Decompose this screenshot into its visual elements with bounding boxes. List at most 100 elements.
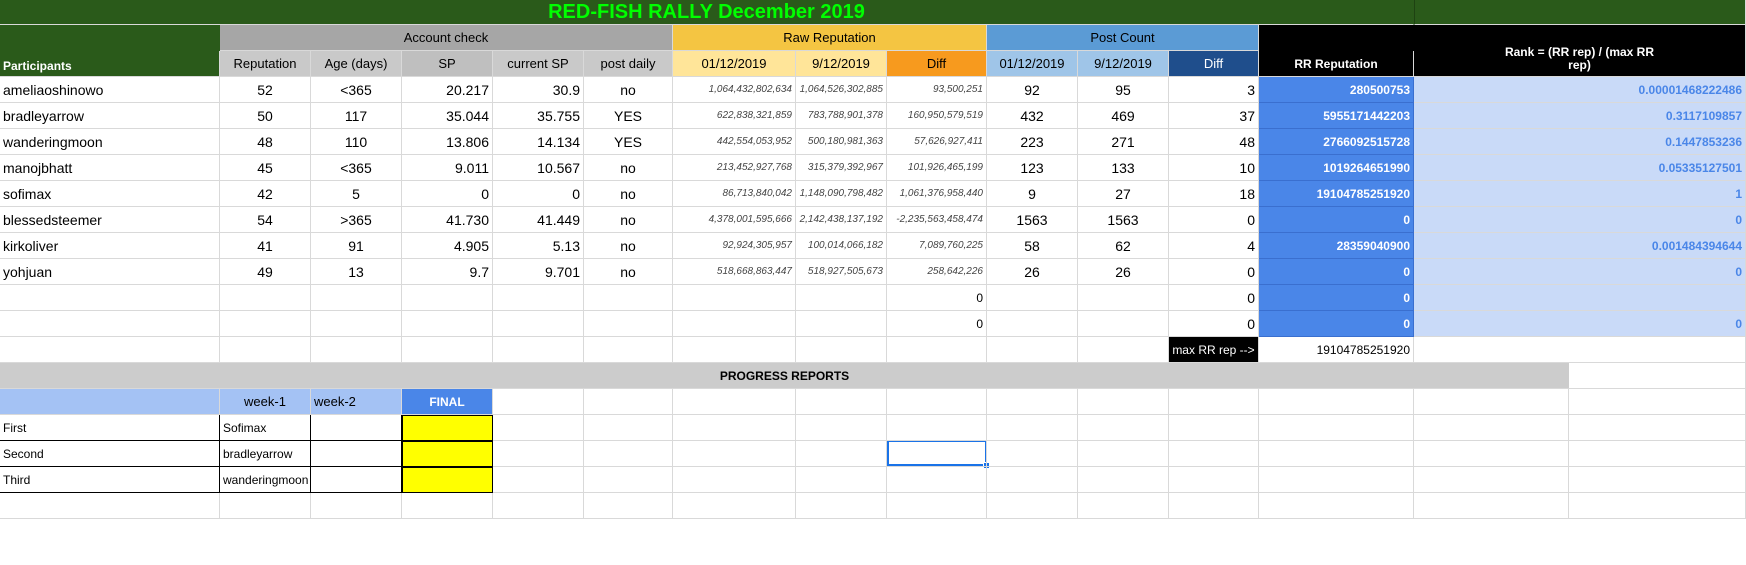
empty-cell[interactable]	[1259, 389, 1414, 415]
age-cell[interactable]	[311, 285, 402, 311]
post-count-date1-cell[interactable]: 223	[987, 129, 1078, 155]
raw-rep-date1-cell[interactable]	[673, 285, 796, 311]
empty-cell[interactable]	[311, 493, 402, 519]
empty-cell[interactable]	[887, 337, 987, 363]
post-count-date1-cell[interactable]: 58	[987, 233, 1078, 259]
current-sp-cell[interactable]	[493, 311, 584, 337]
sp-cell[interactable]: 0	[402, 181, 493, 207]
week2-cell[interactable]	[311, 415, 402, 441]
progress-rank-label[interactable]: Second	[0, 441, 220, 467]
post-count-date1-cell[interactable]: 92	[987, 77, 1078, 103]
empty-cell[interactable]	[0, 337, 220, 363]
raw-rep-date2-cell[interactable]: 100,014,066,182	[796, 233, 887, 259]
reputation-cell[interactable]: 49	[220, 259, 311, 285]
empty-cell[interactable]	[1259, 467, 1414, 493]
post-count-date2-cell[interactable]	[1078, 285, 1169, 311]
post-date2-header[interactable]: 9/12/2019	[1078, 51, 1169, 77]
rank-cell[interactable]	[1414, 285, 1746, 311]
post-daily-cell[interactable]	[584, 311, 673, 337]
age-cell[interactable]: >365	[311, 207, 402, 233]
progress-corner-cell[interactable]	[0, 389, 220, 415]
progress-bar-extra-cell[interactable]	[1569, 363, 1746, 389]
max-rr-value[interactable]: 19104785251920	[1259, 337, 1414, 363]
post-count-date2-cell[interactable]	[1078, 311, 1169, 337]
post-count-date1-cell[interactable]	[987, 311, 1078, 337]
reputation-cell[interactable]: 48	[220, 129, 311, 155]
raw-rep-date2-cell[interactable]: 1,064,526,302,885	[796, 77, 887, 103]
rank-cell[interactable]: 0	[1414, 259, 1746, 285]
empty-cell[interactable]	[887, 493, 987, 519]
post-count-date2-cell[interactable]: 27	[1078, 181, 1169, 207]
empty-cell[interactable]	[673, 337, 796, 363]
empty-cell[interactable]	[1259, 415, 1414, 441]
empty-cell[interactable]	[220, 493, 311, 519]
empty-cell[interactable]	[887, 389, 987, 415]
empty-cell[interactable]	[987, 415, 1078, 441]
post-daily-cell[interactable]: no	[584, 259, 673, 285]
sp-cell[interactable]	[402, 285, 493, 311]
sp-cell[interactable]: 9.011	[402, 155, 493, 181]
empty-cell[interactable]	[493, 467, 584, 493]
empty-cell[interactable]	[1078, 337, 1169, 363]
sp-cell[interactable]: 4.905	[402, 233, 493, 259]
raw-date1-header[interactable]: 01/12/2019	[673, 51, 796, 77]
empty-cell[interactable]	[584, 493, 673, 519]
empty-cell[interactable]	[402, 337, 493, 363]
rr-reputation-header[interactable]: RR Reputation	[1259, 51, 1414, 77]
raw-rep-date2-cell[interactable]: 783,788,901,378	[796, 103, 887, 129]
final-header[interactable]: FINAL	[402, 389, 493, 415]
raw-rep-date1-cell[interactable]: 213,452,927,768	[673, 155, 796, 181]
raw-rep-date2-cell[interactable]	[796, 311, 887, 337]
rank-cell[interactable]: 0.05335127501	[1414, 155, 1746, 181]
empty-cell[interactable]	[987, 389, 1078, 415]
rank-cell[interactable]: 1	[1414, 181, 1746, 207]
post-daily-cell[interactable]: no	[584, 181, 673, 207]
empty-cell[interactable]	[402, 493, 493, 519]
raw-rep-date1-cell[interactable]	[673, 311, 796, 337]
empty-cell[interactable]	[584, 441, 673, 467]
sp-cell[interactable]	[402, 311, 493, 337]
raw-rep-diff-cell[interactable]: 93,500,251	[887, 77, 987, 103]
empty-cell[interactable]	[1569, 389, 1746, 415]
age-cell[interactable]: 117	[311, 103, 402, 129]
post-count-date2-cell[interactable]: 133	[1078, 155, 1169, 181]
empty-cell[interactable]	[1078, 415, 1169, 441]
empty-cell[interactable]	[584, 467, 673, 493]
raw-rep-date2-cell[interactable]: 315,379,392,967	[796, 155, 887, 181]
raw-rep-date1-cell[interactable]: 622,838,321,859	[673, 103, 796, 129]
post-count-diff-cell[interactable]: 37	[1169, 103, 1259, 129]
empty-cell[interactable]	[1414, 337, 1746, 363]
sp-cell[interactable]: 9.7	[402, 259, 493, 285]
raw-rep-date2-cell[interactable]: 2,142,438,137,192	[796, 207, 887, 233]
reputation-cell[interactable]	[220, 285, 311, 311]
raw-rep-date1-cell[interactable]: 1,064,432,802,634	[673, 77, 796, 103]
raw-rep-diff-cell[interactable]: 7,089,760,225	[887, 233, 987, 259]
empty-cell[interactable]	[1414, 493, 1569, 519]
max-rr-label[interactable]: max RR rep -->	[1169, 337, 1259, 363]
participants-header[interactable]: Participants	[0, 51, 220, 77]
post-count-date1-cell[interactable]	[987, 285, 1078, 311]
post-daily-cell[interactable]	[584, 285, 673, 311]
empty-cell[interactable]	[1259, 493, 1414, 519]
rank-header[interactable]: Rank = (RR rep) / (max RR rep)	[1414, 41, 1746, 77]
post-count-date1-cell[interactable]: 432	[987, 103, 1078, 129]
empty-cell[interactable]	[493, 337, 584, 363]
raw-diff-header[interactable]: Diff	[887, 51, 987, 77]
age-cell[interactable]: 13	[311, 259, 402, 285]
post-count-diff-cell[interactable]: 10	[1169, 155, 1259, 181]
rr-reputation-cell[interactable]: 5955171442203	[1259, 103, 1414, 129]
empty-cell[interactable]	[493, 415, 584, 441]
empty-cell[interactable]	[1414, 441, 1569, 467]
empty-cell[interactable]	[311, 337, 402, 363]
final-cell[interactable]	[402, 467, 493, 493]
rr-reputation-cell[interactable]: 0	[1259, 285, 1414, 311]
empty-cell[interactable]	[584, 337, 673, 363]
post-daily-cell[interactable]: no	[584, 207, 673, 233]
raw-rep-date2-cell[interactable]: 518,927,505,673	[796, 259, 887, 285]
account-check-header[interactable]: Account check	[220, 25, 673, 51]
raw-rep-date2-cell[interactable]	[796, 285, 887, 311]
current-sp-cell[interactable]: 5.13	[493, 233, 584, 259]
post-count-diff-cell[interactable]: 4	[1169, 233, 1259, 259]
empty-cell[interactable]	[1169, 389, 1259, 415]
sp-header[interactable]: SP	[402, 51, 493, 77]
